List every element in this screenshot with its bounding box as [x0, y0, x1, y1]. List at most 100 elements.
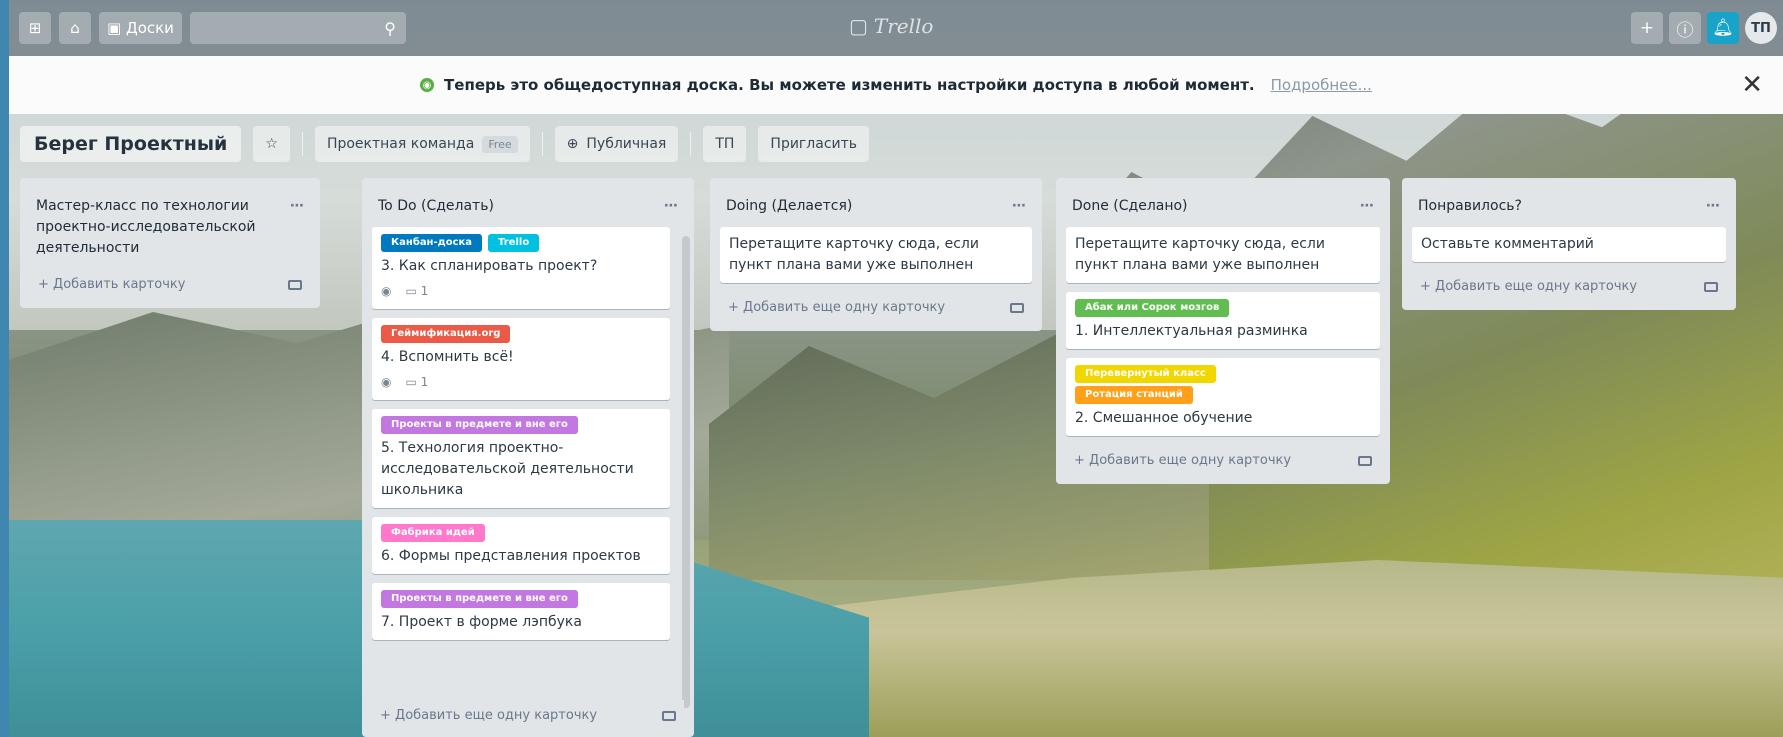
close-icon[interactable]: ✕ [1741, 70, 1763, 100]
card[interactable]: Перетащите карточку сюда, если пункт пла… [1066, 227, 1380, 283]
card-title: Перетащите карточку сюда, если пункт пла… [729, 236, 979, 273]
board-header: Берег Проектный ☆ Проектная команда Free… [20, 126, 870, 162]
card[interactable]: Абак или Сорок мозгов 1. Интеллектуальна… [1066, 292, 1380, 349]
template-icon[interactable] [1704, 281, 1718, 292]
template-icon[interactable] [1010, 302, 1024, 313]
more-icon[interactable]: ⋯ [664, 196, 678, 217]
team-name: Проектная команда [326, 136, 475, 152]
header-actions: + ⓘ 🔔︎ ТП [1631, 12, 1777, 44]
card-title: Оставьте комментарий [1421, 236, 1594, 252]
card[interactable]: Канбан-доска Trello 3. Как спланировать … [372, 227, 670, 309]
add-card-button[interactable]: + Добавить карточку [30, 269, 310, 300]
add-card-label: Добавить еще одну карточку [743, 300, 946, 315]
card-label[interactable]: Абак или Сорок мозгов [1075, 299, 1230, 317]
watch-icon: ◉ [381, 375, 392, 389]
card-label[interactable]: Проекты в предмете и вне его [381, 416, 578, 434]
plus-icon: + [728, 300, 744, 315]
member-initials: ТП [715, 136, 735, 152]
home-icon[interactable]: ⌂ [59, 12, 91, 44]
card[interactable]: Геймификация.org 4. Вспомнить всё! ◉ ▭ 1 [372, 318, 670, 400]
comment-count: 1 [420, 284, 429, 298]
comment-count: 1 [420, 375, 429, 389]
plus-icon: + [1074, 453, 1090, 468]
visibility-label: Публичная [586, 136, 667, 152]
card-labels: Фабрика идей [381, 524, 661, 542]
add-icon[interactable]: + [1631, 12, 1663, 44]
card-label[interactable]: Ротация станций [1075, 386, 1193, 404]
comment-badge: ▭ 1 [405, 284, 429, 298]
list-header[interactable]: Done (Сделано) ⋯ [1066, 188, 1380, 227]
list-title: Done (Сделано) [1072, 198, 1188, 214]
card[interactable]: Проекты в предмете и вне его 7. Проект в… [372, 583, 670, 640]
trello-logo-icon: ▢ [849, 14, 868, 38]
plus-icon: + [1420, 279, 1436, 294]
apps-icon[interactable]: ⊞ [19, 12, 51, 44]
more-icon[interactable]: ⋯ [1706, 196, 1720, 217]
card-title: 4. Вспомнить всё! [381, 349, 514, 365]
member-avatar[interactable]: ТП [703, 126, 747, 162]
boards-button-label: Доски [125, 19, 174, 37]
divider [541, 132, 543, 156]
list-header[interactable]: To Do (Сделать) ⋯ [372, 188, 684, 227]
more-icon[interactable]: ⋯ [290, 196, 304, 259]
list-title: Понравилось? [1418, 198, 1522, 214]
card[interactable]: Проекты в предмете и вне его 5. Технолог… [372, 409, 670, 508]
card-title: 2. Смешанное обучение [1075, 410, 1253, 426]
template-icon[interactable] [1358, 455, 1372, 466]
card-label[interactable]: Фабрика идей [381, 524, 485, 542]
invite-button[interactable]: Пригласить [758, 126, 870, 162]
card-label[interactable]: Геймификация.org [381, 325, 511, 343]
add-card-label: Добавить еще одну карточку [1435, 279, 1638, 294]
list-doing: Doing (Делается) ⋯ Перетащите карточку с… [710, 178, 1042, 331]
list-header[interactable]: Doing (Делается) ⋯ [720, 188, 1032, 227]
more-icon[interactable]: ⋯ [1012, 196, 1026, 217]
list-scrollbar[interactable] [682, 236, 690, 708]
board-icon: ▣ [107, 19, 122, 37]
template-icon[interactable] [288, 279, 302, 290]
list-header[interactable]: Понравилось? ⋯ [1412, 188, 1726, 227]
avatar[interactable]: ТП [1745, 12, 1777, 44]
search-input[interactable]: ⚲ [189, 12, 406, 44]
visibility-button[interactable]: ⊕ Публичная [554, 126, 679, 162]
template-icon[interactable] [662, 710, 676, 721]
public-board-banner: ◉ Теперь это общедоступная доска. Вы мож… [9, 56, 1783, 114]
card-labels: Проекты в предмете и вне его [381, 416, 661, 434]
list-todo: To Do (Сделать) ⋯ Канбан-доска Trello 3.… [362, 178, 694, 737]
card-container: Канбан-доска Trello 3. Как спланировать … [372, 227, 670, 640]
board-title[interactable]: Берег Проектный [20, 126, 242, 162]
card-title: 1. Интеллектуальная разминка [1075, 323, 1308, 339]
card-title: 3. Как спланировать проект? [381, 258, 598, 274]
card[interactable]: Фабрика идей 6. Формы представления прое… [372, 517, 670, 574]
plus-icon: + [380, 708, 396, 723]
star-button[interactable]: ☆ [253, 126, 290, 162]
card[interactable]: Оставьте комментарий [1412, 227, 1726, 262]
card[interactable]: Перевернутый класс Ротация станций 2. См… [1066, 358, 1380, 436]
add-card-label: Добавить еще одну карточку [1089, 453, 1292, 468]
add-card-button[interactable]: + Добавить еще одну карточку [1412, 271, 1726, 302]
background-meadow [769, 560, 1783, 737]
banner-more-link[interactable]: Подробнее... [1271, 76, 1372, 94]
boards-button[interactable]: ▣ Доски [99, 12, 182, 44]
card-badges: ◉ ▭ 1 [381, 372, 661, 393]
card[interactable]: Перетащите карточку сюда, если пункт пла… [720, 227, 1032, 283]
search-icon: ⚲ [384, 18, 396, 38]
add-card-button[interactable]: + Добавить еще одну карточку [372, 700, 684, 731]
card-title: 5. Технология проектно-исследовательской… [381, 440, 634, 498]
team-button[interactable]: Проектная команда Free [314, 126, 530, 162]
info-icon[interactable]: ⓘ [1669, 12, 1701, 44]
plus-icon: + [38, 277, 54, 292]
card-label[interactable]: Перевернутый класс [1075, 365, 1216, 383]
notifications-bell-icon[interactable]: 🔔︎ [1707, 12, 1739, 44]
add-card-label: Добавить еще одну карточку [395, 708, 598, 723]
card-label[interactable]: Trello [488, 234, 540, 252]
trello-logo[interactable]: ▢ Trello [849, 14, 933, 38]
list-feedback: Понравилось? ⋯ Оставьте комментарий + До… [1402, 178, 1736, 310]
card-label[interactable]: Проекты в предмете и вне его [381, 590, 578, 608]
list-done: Done (Сделано) ⋯ Перетащите карточку сюд… [1056, 178, 1390, 484]
add-card-button[interactable]: + Добавить еще одну карточку [1066, 445, 1380, 476]
card-label[interactable]: Канбан-доска [381, 234, 483, 252]
trello-logo-text: Trello [873, 14, 934, 38]
more-icon[interactable]: ⋯ [1360, 196, 1374, 217]
add-card-button[interactable]: + Добавить еще одну карточку [720, 292, 1032, 323]
list-header[interactable]: Мастер-класс по технологии проектно-иссл… [30, 188, 310, 269]
